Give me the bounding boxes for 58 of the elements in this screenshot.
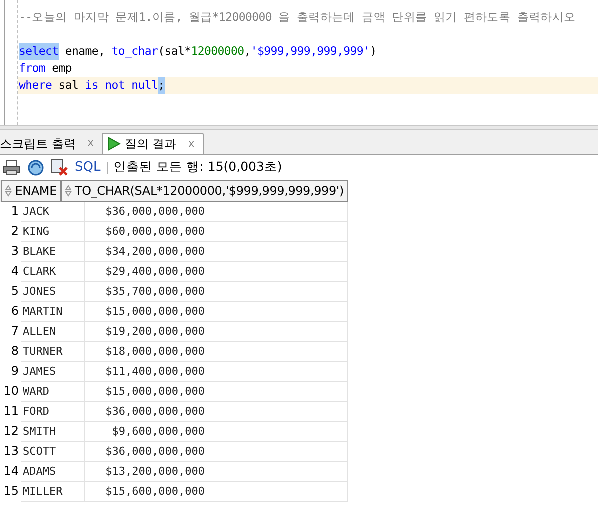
table-cell: $15,000,000,000 bbox=[85, 302, 348, 322]
code-token: '$999,999,999,999' bbox=[250, 42, 370, 60]
table-cell: $34,200,000,000 bbox=[85, 242, 348, 262]
table-cell: ADAMS bbox=[21, 462, 85, 482]
sort-icon bbox=[64, 185, 72, 197]
table-cell: $15,000,000,000 bbox=[85, 382, 348, 402]
refresh-icon[interactable] bbox=[27, 158, 45, 176]
table-cell: SMITH bbox=[21, 422, 85, 442]
table-cell: FORD bbox=[21, 402, 85, 422]
table-cell: TURNER bbox=[21, 342, 85, 362]
table-cell: BLAKE bbox=[21, 242, 85, 262]
code-token: , bbox=[244, 42, 251, 60]
printer-icon[interactable] bbox=[3, 160, 21, 176]
table-cell: $18,000,000,000 bbox=[85, 342, 348, 362]
table-cell: KING bbox=[21, 222, 85, 242]
sql-link[interactable]: SQL bbox=[75, 158, 101, 178]
column-header[interactable]: TO_CHAR(SAL*12000000,'$999,999,999,999') bbox=[60, 180, 348, 202]
table-cell: ALLEN bbox=[21, 322, 85, 342]
close-tab-icon[interactable]: x bbox=[88, 136, 94, 151]
code-token: (sal* bbox=[158, 42, 192, 60]
code-token: emp bbox=[51, 60, 72, 77]
code-token: to_char bbox=[112, 42, 158, 60]
table-cell: CLARK bbox=[21, 262, 85, 282]
code-token: where bbox=[19, 76, 52, 94]
result-tab[interactable]: 질의 결과 x bbox=[102, 133, 204, 154]
code-token: 12000000 bbox=[191, 42, 244, 60]
table-cell: $19,200,000,000 bbox=[85, 322, 348, 342]
column-header[interactable]: ENAME bbox=[1, 180, 61, 202]
table-cell: $36,000,000,000 bbox=[85, 442, 348, 462]
table-cell: $36,000,000,000 bbox=[85, 402, 348, 422]
table-cell: $13,200,000,000 bbox=[85, 462, 348, 482]
table-cell: $36,000,000,000 bbox=[85, 202, 348, 222]
code-token: is not null bbox=[85, 76, 158, 94]
code-token: ename, bbox=[64, 42, 106, 60]
close-tab-icon[interactable]: x bbox=[188, 136, 194, 152]
table-cell: $60,000,000,000 bbox=[85, 222, 348, 242]
result-tab[interactable]: 스크립트 출력 x bbox=[0, 133, 102, 154]
table-cell: WARD bbox=[21, 382, 85, 402]
code-token: ) bbox=[370, 42, 377, 60]
table-cell: JACK bbox=[21, 202, 85, 222]
table-cell: $9,600,000,000 bbox=[85, 422, 348, 442]
code-token: select bbox=[19, 42, 59, 60]
sort-icon bbox=[5, 185, 12, 197]
fetch-status: 인출된 모든 행: 15(0,003초) bbox=[114, 158, 282, 176]
code-token: from bbox=[19, 60, 46, 77]
table-cell: MARTIN bbox=[21, 302, 85, 322]
table-cell: JAMES bbox=[21, 362, 85, 382]
table-cell: $15,600,000,000 bbox=[85, 482, 348, 502]
code-token: ; bbox=[158, 76, 165, 94]
code-token: sal bbox=[58, 76, 80, 94]
clear-results-icon[interactable] bbox=[51, 158, 69, 176]
table-cell: MILLER bbox=[21, 482, 85, 502]
table-cell: $29,400,000,000 bbox=[85, 262, 348, 282]
code-comment: --오늘의 마지막 문제1.이름, 월급*12000000 을 출력하는데 금액 단위를 읽기 편하도록 출력하시오 bbox=[19, 8, 576, 26]
table-cell: $35,700,000,000 bbox=[85, 282, 348, 302]
table-cell: SCOTT bbox=[21, 442, 85, 462]
table-cell: JONES bbox=[21, 282, 85, 302]
table-cell: $11,400,000,000 bbox=[85, 362, 348, 382]
